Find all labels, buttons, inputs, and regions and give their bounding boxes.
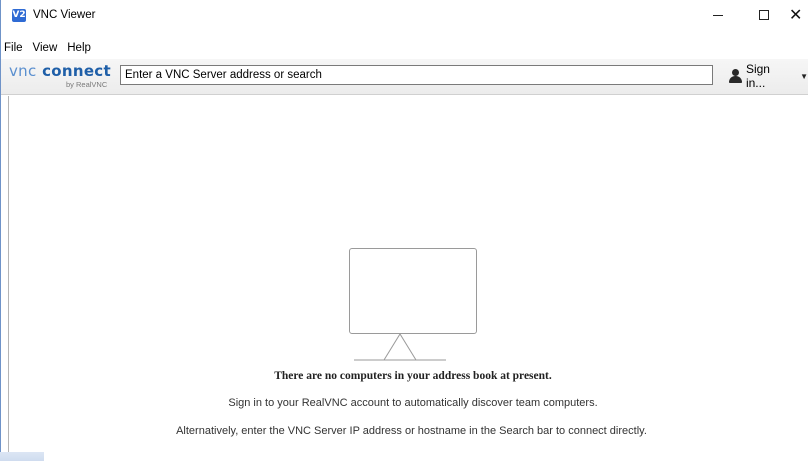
logo-connect-text: connect (42, 62, 111, 80)
bottom-edge (0, 452, 808, 461)
menu-bar: File View Help (1, 39, 96, 57)
search-input[interactable] (120, 65, 713, 85)
menu-file[interactable]: File (1, 39, 28, 57)
close-button[interactable]: ✕ (787, 0, 808, 30)
logo-vnc-text: vnc (9, 62, 37, 80)
taskbar-peek (0, 452, 44, 461)
title-bar: V2 VNC Viewer ✕ (1, 0, 808, 30)
sign-in-label: Sign in... (745, 62, 770, 90)
maximize-icon (759, 10, 769, 20)
empty-state-search-hint: Alternatively, enter the VNC Server IP a… (176, 425, 647, 437)
vnc-connect-logo: vnc connect by RealVNC (6, 62, 116, 92)
window-title: VNC Viewer (33, 9, 96, 21)
vnc-app-icon: V2 (12, 9, 26, 22)
user-icon (728, 69, 742, 83)
minimize-icon (713, 14, 723, 16)
sign-in-button[interactable]: Sign in... ▼ (728, 62, 808, 90)
empty-state-title: There are no computers in your address b… (274, 370, 552, 382)
vnc-viewer-window: V2 VNC Viewer ✕ File View Help vnc conne… (0, 0, 808, 461)
menu-help[interactable]: Help (62, 39, 96, 57)
monitor-stand-icon (354, 333, 446, 361)
toolbar: vnc connect by RealVNC Sign in... ▼ (1, 59, 808, 95)
logo-byline: by RealVNC (66, 80, 108, 89)
chevron-down-icon[interactable]: ▼ (800, 72, 808, 81)
close-icon: ✕ (789, 5, 803, 24)
maximize-button[interactable] (741, 0, 787, 30)
minimize-button[interactable] (695, 0, 741, 30)
empty-state-signin-hint: Sign in to your RealVNC account to autom… (228, 397, 598, 409)
monitor-icon (349, 248, 477, 334)
menu-view[interactable]: View (28, 39, 63, 57)
